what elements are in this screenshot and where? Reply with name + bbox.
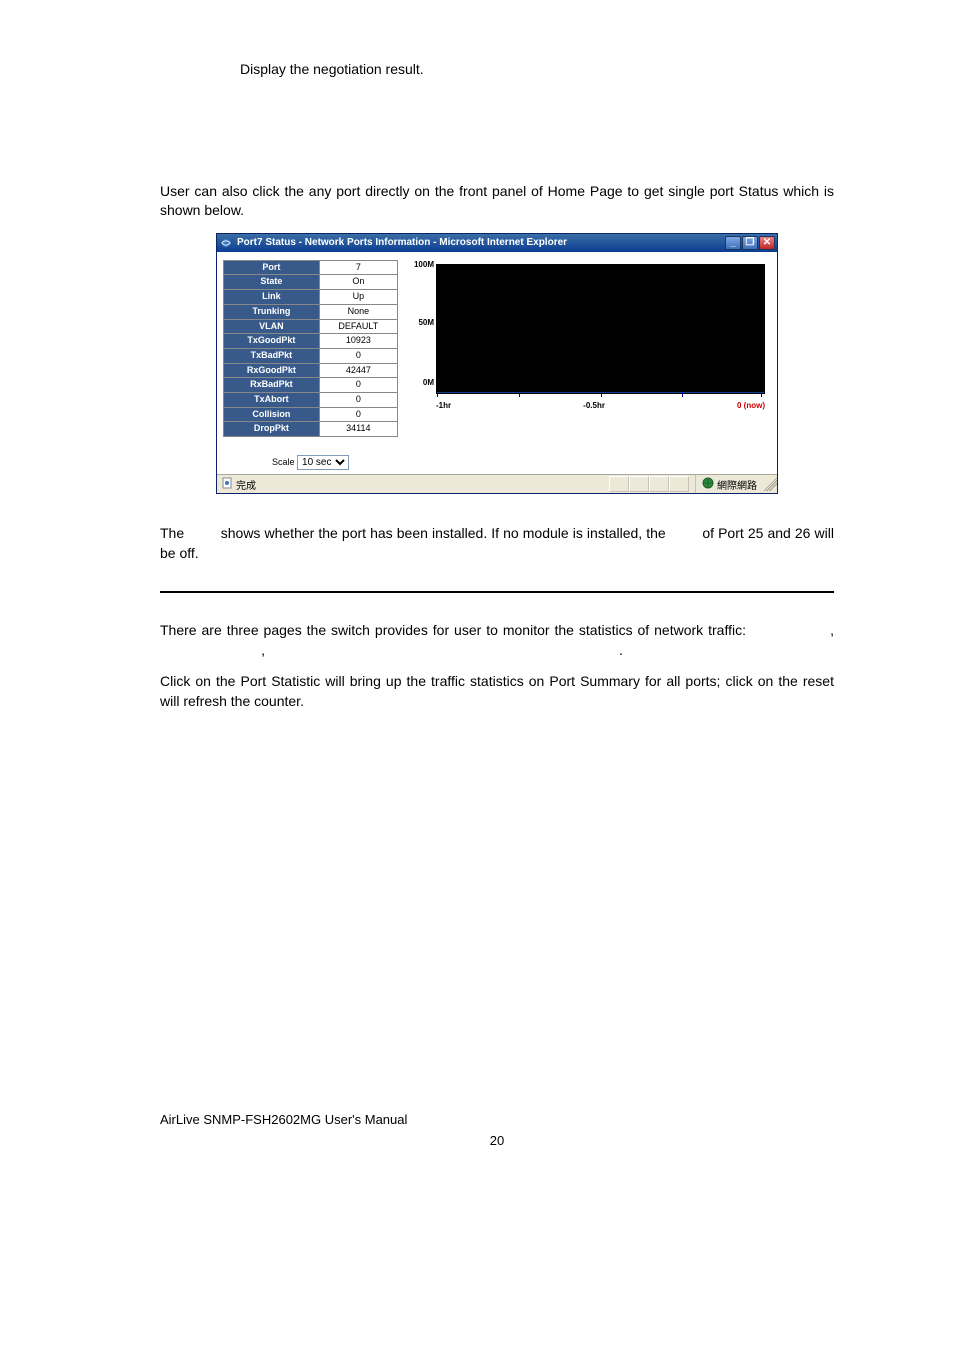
window-title: Port7 Status - Network Ports Information… xyxy=(237,237,725,248)
chart-plot-area xyxy=(436,264,765,394)
stat-value: 0 xyxy=(319,378,397,393)
section-divider xyxy=(160,591,834,593)
stat-value: On xyxy=(319,275,397,290)
stat-label: Link xyxy=(224,290,320,305)
ytick-mid: 50M xyxy=(406,318,434,327)
stat-value: 0 xyxy=(319,407,397,422)
status-segment xyxy=(629,476,649,492)
ytick-top: 100M xyxy=(406,260,434,269)
statusbar: 完成 網際網路 xyxy=(217,474,777,493)
stat-label: TxAbort xyxy=(224,392,320,407)
xtick-mid: -0.5hr xyxy=(583,401,605,410)
stat-label: TxGoodPkt xyxy=(224,334,320,349)
stat-label: RxGoodPkt xyxy=(224,363,320,378)
scale-label: Scale xyxy=(272,457,295,467)
para-click-port: User can also click the any port directl… xyxy=(160,182,834,221)
table-row: TxGoodPkt10923 xyxy=(224,334,398,349)
table-row: TxBadPkt0 xyxy=(224,348,398,363)
stat-label: Collision xyxy=(224,407,320,422)
xtick-right: 0 (now) xyxy=(737,401,765,410)
table-row: RxBadPkt0 xyxy=(224,378,398,393)
ie-icon xyxy=(219,236,233,250)
stat-value: Up xyxy=(319,290,397,305)
stat-value: 42447 xyxy=(319,363,397,378)
status-zone: 網際網路 xyxy=(717,477,757,492)
table-row: TrunkingNone xyxy=(224,304,398,319)
page-number: 20 xyxy=(160,1133,834,1148)
table-row: LinkUp xyxy=(224,290,398,305)
para-port-statistic: Click on the Port Statistic will bring u… xyxy=(160,672,834,711)
status-segment xyxy=(669,476,689,492)
table-row: DropPkt34114 xyxy=(224,422,398,437)
stat-label: State xyxy=(224,275,320,290)
stat-value: 0 xyxy=(319,392,397,407)
close-button[interactable]: ✕ xyxy=(759,236,775,250)
footer-manual: AirLive SNMP-FSH2602MG User's Manual xyxy=(160,1112,834,1127)
internet-zone-icon xyxy=(702,477,714,492)
status-segment xyxy=(609,476,629,492)
status-segment xyxy=(649,476,669,492)
stat-label: DropPkt xyxy=(224,422,320,437)
stat-label: TxBadPkt xyxy=(224,348,320,363)
status-done: 完成 xyxy=(236,477,256,492)
stat-value: 10923 xyxy=(319,334,397,349)
ytick-bot: 0M xyxy=(406,378,434,387)
stat-label: Trunking xyxy=(224,304,320,319)
maximize-button[interactable]: ❐ xyxy=(742,236,758,250)
table-row: RxGoodPkt42447 xyxy=(224,363,398,378)
table-row: Port7 xyxy=(224,260,398,275)
scale-control: Scale 10 sec xyxy=(223,455,398,470)
resize-grip-icon[interactable] xyxy=(763,477,777,491)
stat-value: None xyxy=(319,304,397,319)
ie-page-icon xyxy=(221,477,233,492)
stat-value: DEFAULT xyxy=(319,319,397,334)
stat-label: VLAN xyxy=(224,319,320,334)
stat-label: Port xyxy=(224,260,320,275)
scale-select[interactable]: 10 sec xyxy=(297,455,349,470)
para-negotiation: Display the negotiation result. xyxy=(240,60,834,80)
titlebar[interactable]: Port7 Status - Network Ports Information… xyxy=(217,234,777,252)
traffic-chart: 100M 50M 0M -1hr -0.5hr xyxy=(406,260,771,470)
para-three-pages: There are three pages the switch provide… xyxy=(160,621,834,660)
xtick-left: -1hr xyxy=(436,401,451,410)
port-status-window: Port7 Status - Network Ports Information… xyxy=(216,233,778,494)
port-stats-table: Port7StateOnLinkUpTrunkingNoneVLANDEFAUL… xyxy=(223,260,398,437)
stat-label: RxBadPkt xyxy=(224,378,320,393)
table-row: Collision0 xyxy=(224,407,398,422)
minimize-button[interactable]: _ xyxy=(725,236,741,250)
stat-value: 7 xyxy=(319,260,397,275)
table-row: VLANDEFAULT xyxy=(224,319,398,334)
para-state: The shows whether the port has been inst… xyxy=(160,524,834,563)
stat-value: 0 xyxy=(319,348,397,363)
table-row: StateOn xyxy=(224,275,398,290)
table-row: TxAbort0 xyxy=(224,392,398,407)
stat-value: 34114 xyxy=(319,422,397,437)
